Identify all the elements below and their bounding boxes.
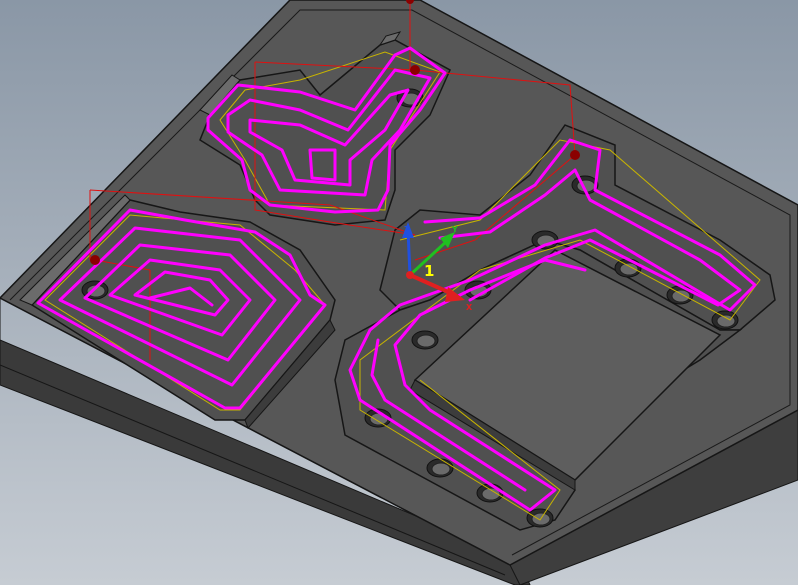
csys-origin bbox=[406, 271, 414, 279]
x-axis-label: X bbox=[466, 303, 473, 312]
csys-number-label: 1 bbox=[424, 262, 434, 280]
cad-scene[interactable]: Z Y X 1 bbox=[0, 0, 798, 585]
hole bbox=[614, 258, 642, 278]
hole bbox=[426, 458, 454, 478]
hole bbox=[526, 508, 554, 528]
graphics-viewport[interactable]: Z Y X 1 bbox=[0, 0, 798, 585]
hole bbox=[476, 483, 504, 503]
z-axis-label: Z bbox=[404, 225, 410, 234]
y-axis-label: Y bbox=[451, 225, 458, 234]
hole bbox=[411, 330, 439, 350]
